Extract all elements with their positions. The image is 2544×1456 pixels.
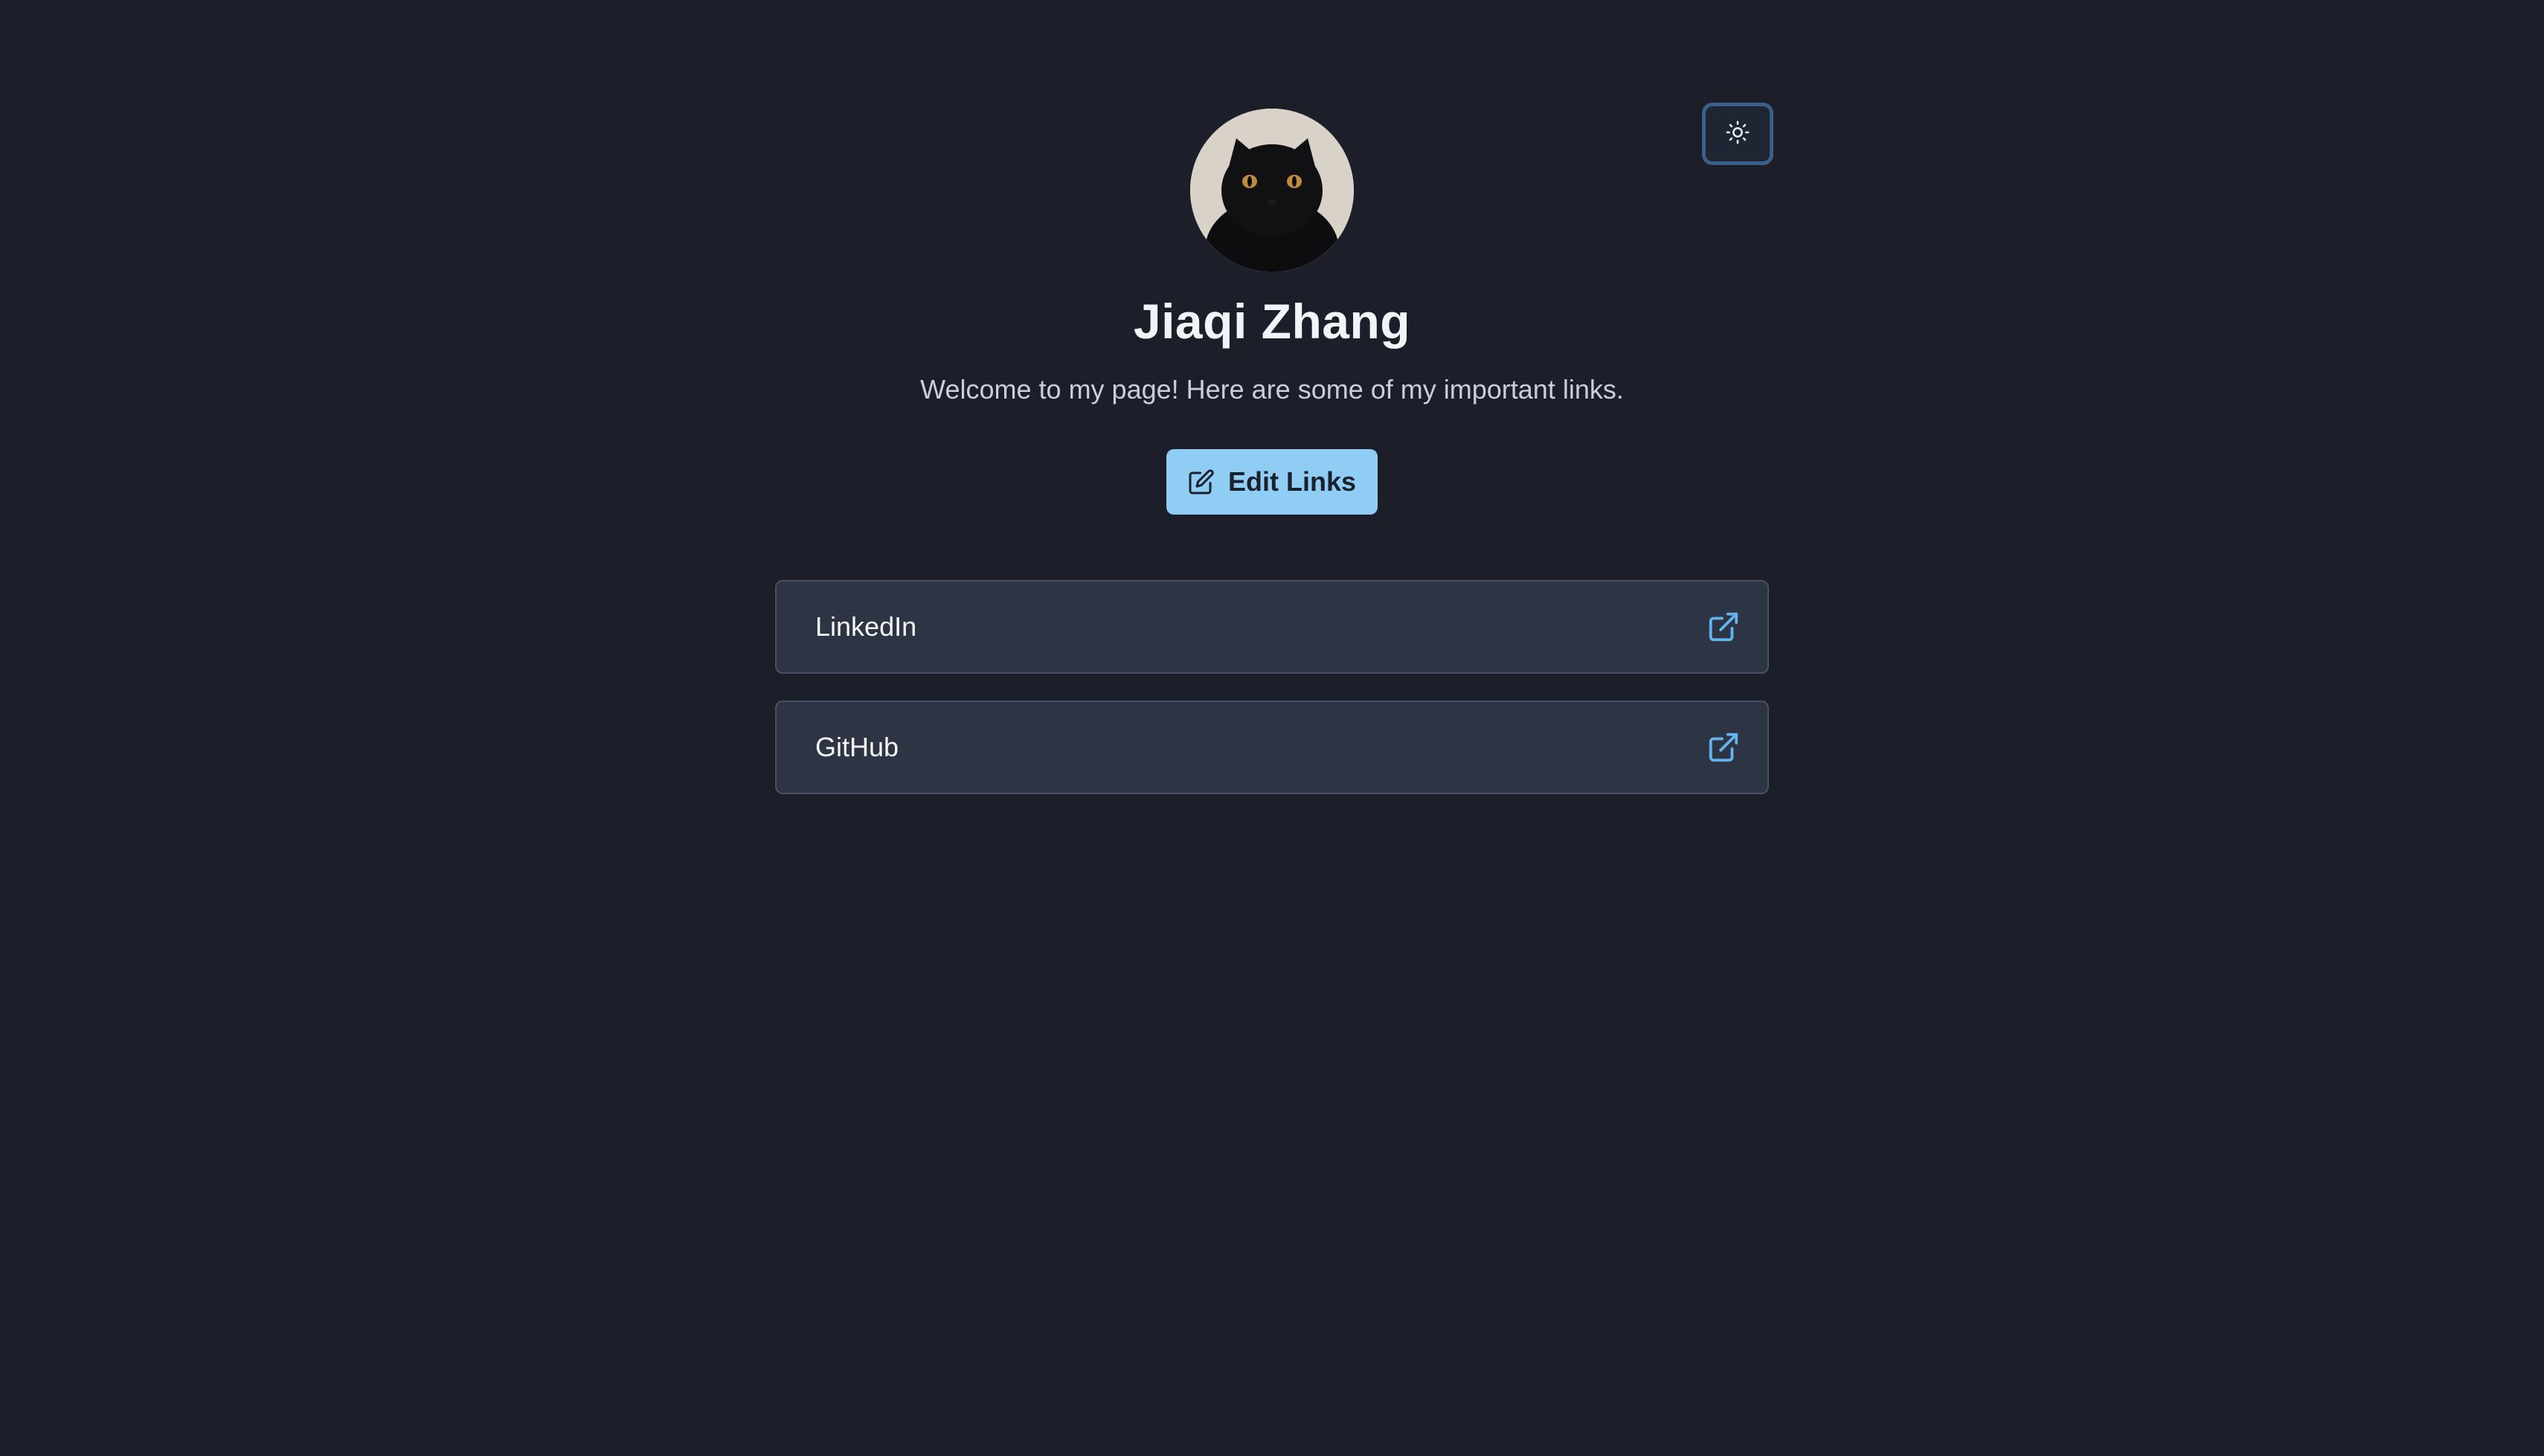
external-link-icon: [1709, 732, 1738, 762]
link-card-linkedin[interactable]: LinkedIn: [775, 580, 1769, 674]
profile-name: Jiaqi Zhang: [1133, 294, 1411, 349]
link-label: LinkedIn: [815, 611, 917, 642]
external-link-icon: [1709, 612, 1738, 642]
sun-icon: [1725, 120, 1750, 149]
profile-page: Jiaqi Zhang Welcome to my page! Here are…: [0, 0, 2544, 1456]
theme-toggle-button[interactable]: [1702, 103, 1773, 165]
cat-avatar-icon: [1190, 109, 1354, 272]
link-label: GitHub: [815, 732, 899, 762]
edit-links-label: Edit Links: [1227, 466, 1357, 497]
link-card-github[interactable]: GitHub: [775, 700, 1769, 794]
edit-links-button[interactable]: Edit Links: [1166, 449, 1378, 515]
edit-icon: [1189, 469, 1214, 495]
profile-bio: Welcome to my page! Here are some of my …: [920, 374, 1624, 405]
avatar: [1190, 109, 1354, 272]
